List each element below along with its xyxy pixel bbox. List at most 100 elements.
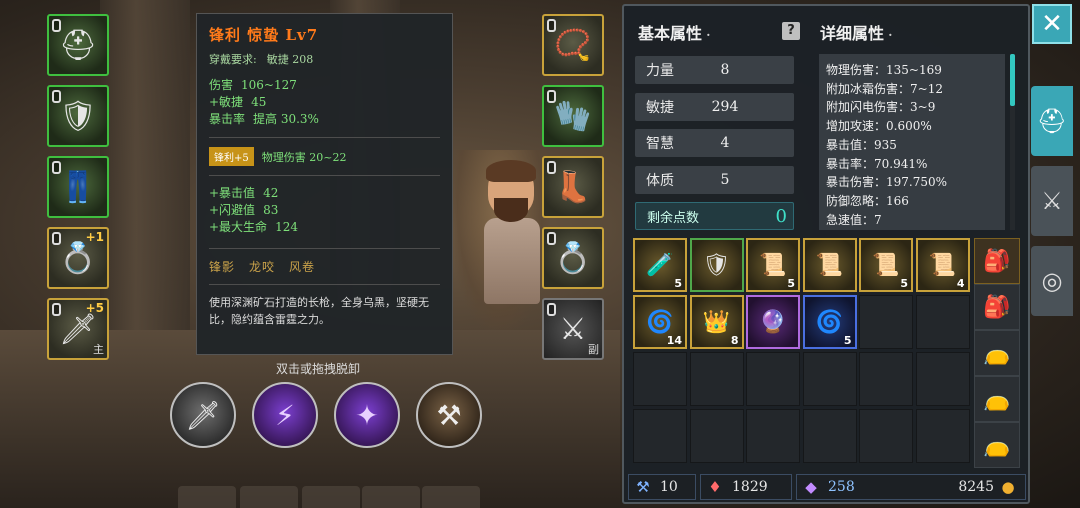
detail-stat-line: 物理伤害：135~169 [826,63,942,77]
slot-tag: 主 [93,343,104,356]
bag-slot[interactable]: 🎒 [974,284,1020,330]
item-count: 5 [787,277,795,290]
inventory-item[interactable]: 📜 4 [915,238,970,292]
equip-slot-boots[interactable]: 👢 [542,156,604,218]
skill-purple-strike[interactable]: ⚡ [252,382,318,448]
detail-scrollbar[interactable] [1010,54,1015,230]
skill-brown[interactable]: ⚒ [416,382,482,448]
inventory-item[interactable]: 📜 5 [746,238,800,292]
lock-icon [52,90,61,103]
divider [209,175,440,176]
bag-slot[interactable]: 👝 [974,422,1020,468]
inventory-slot-empty[interactable] [689,409,744,463]
stat-label: 体质 [646,172,674,189]
inventory-slot-empty[interactable] [689,352,744,406]
item-description: 使用深渊矿石打造的长枪，全身乌黑，坚硬无比，隐约蕴含雷霆之力。 [209,296,429,326]
inventory-slot-empty[interactable] [633,352,687,406]
basic-stat-row: 力量 8 [635,56,794,84]
stat-value: 294 [711,98,739,115]
set-name: 龙咬 [249,260,276,274]
inventory-item[interactable]: 📜 5 [859,238,913,292]
inventory-slot-empty[interactable] [633,409,687,463]
inventory-slot-empty[interactable] [746,352,800,406]
stat-line: +闪避值 83 [209,203,279,217]
detail-attributes-title[interactable]: 详细属性 [820,20,892,44]
basic-attributes-title[interactable]: 基本属性 [638,20,710,44]
bag-slot[interactable]: 🎒 [974,238,1020,284]
equip-slot-armor[interactable]: 🛡 [47,85,109,147]
stat-label: 智慧 [646,136,674,152]
inventory-item[interactable]: 🛡 [689,238,744,292]
divider [209,137,440,138]
lock-icon [52,232,61,245]
equip-slot-spear[interactable]: 🗡 +5 主 [47,298,109,360]
inventory-slot-empty[interactable] [802,352,857,406]
currency-crystal-gold: ◆ 258 8245 ● [796,474,1026,500]
inventory-item[interactable]: 📜 [802,238,857,292]
inventory-item[interactable]: 🌀 5 [802,295,857,349]
brown-skill-icon: ⚒ [436,398,462,432]
inventory-slot-empty[interactable] [746,409,800,463]
detail-stat-line: 附加冰霜伤害：7~12 [826,81,943,96]
remaining-points: 剩余点数 0 [635,202,794,230]
lock-icon [52,303,61,316]
help-icon[interactable]: ? [782,22,800,40]
item-count: 5 [843,334,852,347]
refine-text: 物理伤害 20~22 [261,150,347,164]
target-icon: ◎ [1041,267,1063,295]
equip-slot-necklace[interactable]: 📿 [542,14,604,76]
pouch-icon: 👝 [983,432,1011,458]
enhance-level: +5 [85,301,104,315]
bottom-tab[interactable] [422,486,480,508]
skill-dagger[interactable]: 🗡 [170,382,236,448]
inventory-item[interactable]: 🔮 [746,295,800,349]
equip-slot-offhand[interactable]: ⚔ 副 [542,298,604,360]
backpack-icon: 🎒 [983,294,1011,320]
equip-slot-pants[interactable]: 👖 [47,156,109,218]
detail-stat-line: 暴击伤害：197.750% [826,175,948,190]
inventory-slot-empty[interactable] [859,352,913,406]
pouch-icon: 👝 [983,386,1011,412]
inventory-item[interactable]: 🌀 14 [633,295,687,349]
inventory-item[interactable]: 👑 8 [689,295,744,349]
tab-weapons[interactable]: ⚔ [1031,166,1073,236]
purple-strike-icon: ⚡ [275,398,295,432]
bottom-tab[interactable] [362,486,420,508]
gem-icon: ♦ [708,478,722,496]
lock-icon [547,232,556,245]
skill-purple-claw[interactable]: ✦ [334,382,400,448]
detail-attributes-list[interactable]: 物理伤害：135~169 附加冰霜伤害：7~12 附加闪电伤害：3~9 增加攻速：0.… [819,54,1005,230]
bottom-tab[interactable] [240,486,298,508]
item-set-names: 锋影 龙咬 风卷 [209,258,440,275]
equip-slot-gloves[interactable]: 🧤 [542,85,604,147]
stat-line: +暴击值 42 [209,186,279,200]
inventory-slot-empty[interactable] [859,295,913,349]
equip-slot-ring[interactable]: 💍 +1 [47,227,109,289]
lock-icon [547,303,556,316]
inventory-slot-empty[interactable] [915,409,970,463]
tab-target[interactable]: ◎ [1031,246,1073,316]
equip-slot-ring2[interactable]: 💍 [542,227,604,289]
item-count: 8 [730,334,739,347]
equip-slot-helmet[interactable]: ⛑ [47,14,109,76]
crossed-swords-icon: ⚔ [1041,187,1063,215]
inventory-slot-empty[interactable] [915,295,970,349]
inventory-slot-empty[interactable] [915,352,970,406]
lock-icon [52,161,61,174]
stat-value: 5 [720,171,730,188]
detail-stat-line: 暴击值：935 [826,137,897,152]
scroll-thumb[interactable] [1010,54,1015,106]
inventory-slot-empty[interactable] [859,409,913,463]
purple-staff-icon: 🔮 [759,309,787,335]
currency-tools: ⚒ 10 [628,474,696,500]
inventory-item[interactable]: 🧪 5 [633,238,687,292]
stat-line: 伤害 106~127 [209,78,297,92]
inventory-slot-empty[interactable] [802,409,857,463]
bottom-tab[interactable] [302,486,360,508]
item-tooltip: 锋利 惊蛰 Lv7 穿戴要求: 敏捷 208 伤害 106~127 +敏捷 45 暴击率提… [196,13,453,355]
bag-slot[interactable]: 👝 [974,330,1020,376]
tab-equipment[interactable]: ⛑ [1031,86,1073,156]
close-button[interactable]: ✕ [1032,4,1072,44]
bag-slot[interactable]: 👝 [974,376,1020,422]
bottom-tab[interactable] [178,486,236,508]
